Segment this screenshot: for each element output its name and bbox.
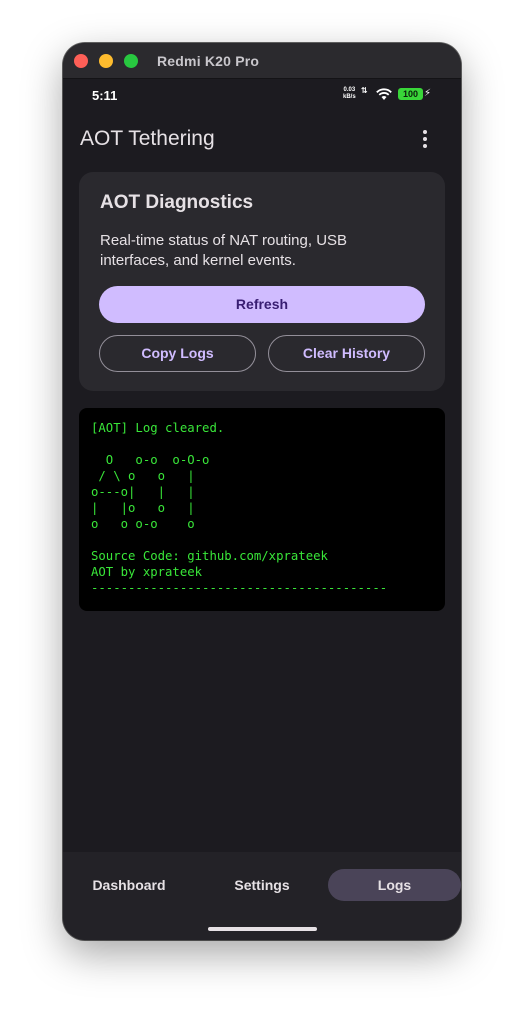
diagnostics-card: AOT Diagnostics Real-time status of NAT …	[79, 172, 445, 391]
home-indicator[interactable]	[208, 927, 317, 931]
nav-dashboard[interactable]: Dashboard	[73, 869, 185, 901]
refresh-button[interactable]: Refresh	[99, 286, 425, 323]
diagnostics-description: Real-time status of NAT routing, USB int…	[100, 232, 348, 269]
device-window: Redmi K20 Pro 5:11 0.03 kB/s ⇅ 100 ⚡ AOT…	[63, 43, 461, 940]
window-titlebar: Redmi K20 Pro	[63, 43, 461, 79]
status-time: 5:11	[92, 88, 118, 103]
status-bar: 5:11 0.03 kB/s ⇅ 100 ⚡	[63, 79, 461, 113]
net-speed-value: 0.03	[343, 87, 356, 93]
close-window-button[interactable]	[74, 54, 88, 68]
minimize-window-button[interactable]	[99, 54, 113, 68]
app-bar: AOT Tethering	[63, 113, 461, 165]
wifi-icon	[376, 88, 392, 100]
app-title: AOT Tethering	[80, 127, 215, 150]
battery-icon: 100	[398, 88, 423, 100]
log-output: [AOT] Log cleared. O o-o o-O-o / \ o o |…	[91, 421, 388, 595]
charging-bolt-icon: ⚡	[424, 88, 432, 99]
nav-logs[interactable]: Logs	[328, 869, 461, 901]
log-console[interactable]: [AOT] Log cleared. O o-o o-O-o / \ o o |…	[79, 408, 445, 611]
copy-logs-button[interactable]: Copy Logs	[99, 335, 256, 372]
net-speed-unit: kB/s	[343, 94, 356, 100]
clear-history-button[interactable]: Clear History	[268, 335, 425, 372]
bottom-navigation: Dashboard Settings Logs	[63, 852, 461, 940]
zoom-window-button[interactable]	[124, 54, 138, 68]
transfer-arrows-icon: ⇅	[361, 86, 368, 95]
net-speed: 0.03 kB/s ⇅	[343, 87, 368, 101]
nav-settings[interactable]: Settings	[206, 869, 318, 901]
window-title: Redmi K20 Pro	[157, 53, 260, 69]
diagnostics-title: AOT Diagnostics	[100, 192, 254, 213]
more-vert-icon[interactable]	[415, 129, 435, 151]
